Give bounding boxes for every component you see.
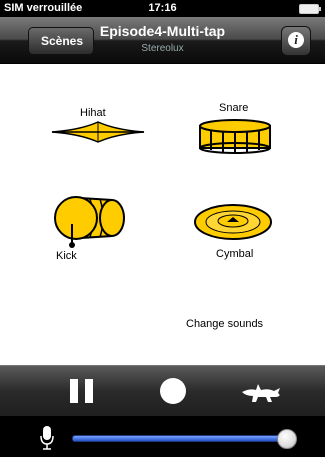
pause-icon xyxy=(85,379,93,403)
volume-slider-thumb[interactable] xyxy=(277,429,298,449)
volume-slider[interactable] xyxy=(72,429,298,449)
kick-pad[interactable] xyxy=(50,192,132,248)
record-button[interactable] xyxy=(160,378,186,404)
snare-label: Snare xyxy=(219,102,249,114)
cymbal-icon xyxy=(194,204,272,240)
kick-label: Kick xyxy=(56,250,77,262)
lizard-button[interactable] xyxy=(240,378,284,404)
info-icon: i xyxy=(288,32,304,48)
pause-icon xyxy=(70,379,78,403)
app-screen: SIM verrouillée 17:16 Scènes Episode4-Mu… xyxy=(0,0,325,457)
volume-slider-fill xyxy=(73,436,287,441)
kick-drum-icon xyxy=(54,196,125,248)
transport-toolbar xyxy=(0,365,325,417)
change-sounds-link[interactable]: Change sounds xyxy=(186,318,263,330)
microphone-icon xyxy=(40,426,54,450)
status-time: 17:16 xyxy=(148,2,177,14)
pause-button[interactable] xyxy=(70,379,94,403)
battery-icon xyxy=(299,4,321,14)
status-bar: SIM verrouillée 17:16 xyxy=(0,0,325,17)
hihat-label: Hihat xyxy=(80,107,106,119)
snare-pad[interactable] xyxy=(197,118,273,154)
page-title: Episode4-Multi-tap xyxy=(99,23,226,39)
cymbal-label: Cymbal xyxy=(216,248,254,260)
info-button[interactable]: i xyxy=(281,26,311,56)
lizard-icon xyxy=(242,384,280,402)
page-subtitle: Stereolux xyxy=(141,43,184,54)
cymbal-pad[interactable] xyxy=(193,202,273,242)
navigation-bar: Scènes Episode4-Multi-tap Stereolux i xyxy=(0,17,325,64)
volume-bar xyxy=(0,416,325,457)
snare-drum-icon xyxy=(199,119,271,154)
